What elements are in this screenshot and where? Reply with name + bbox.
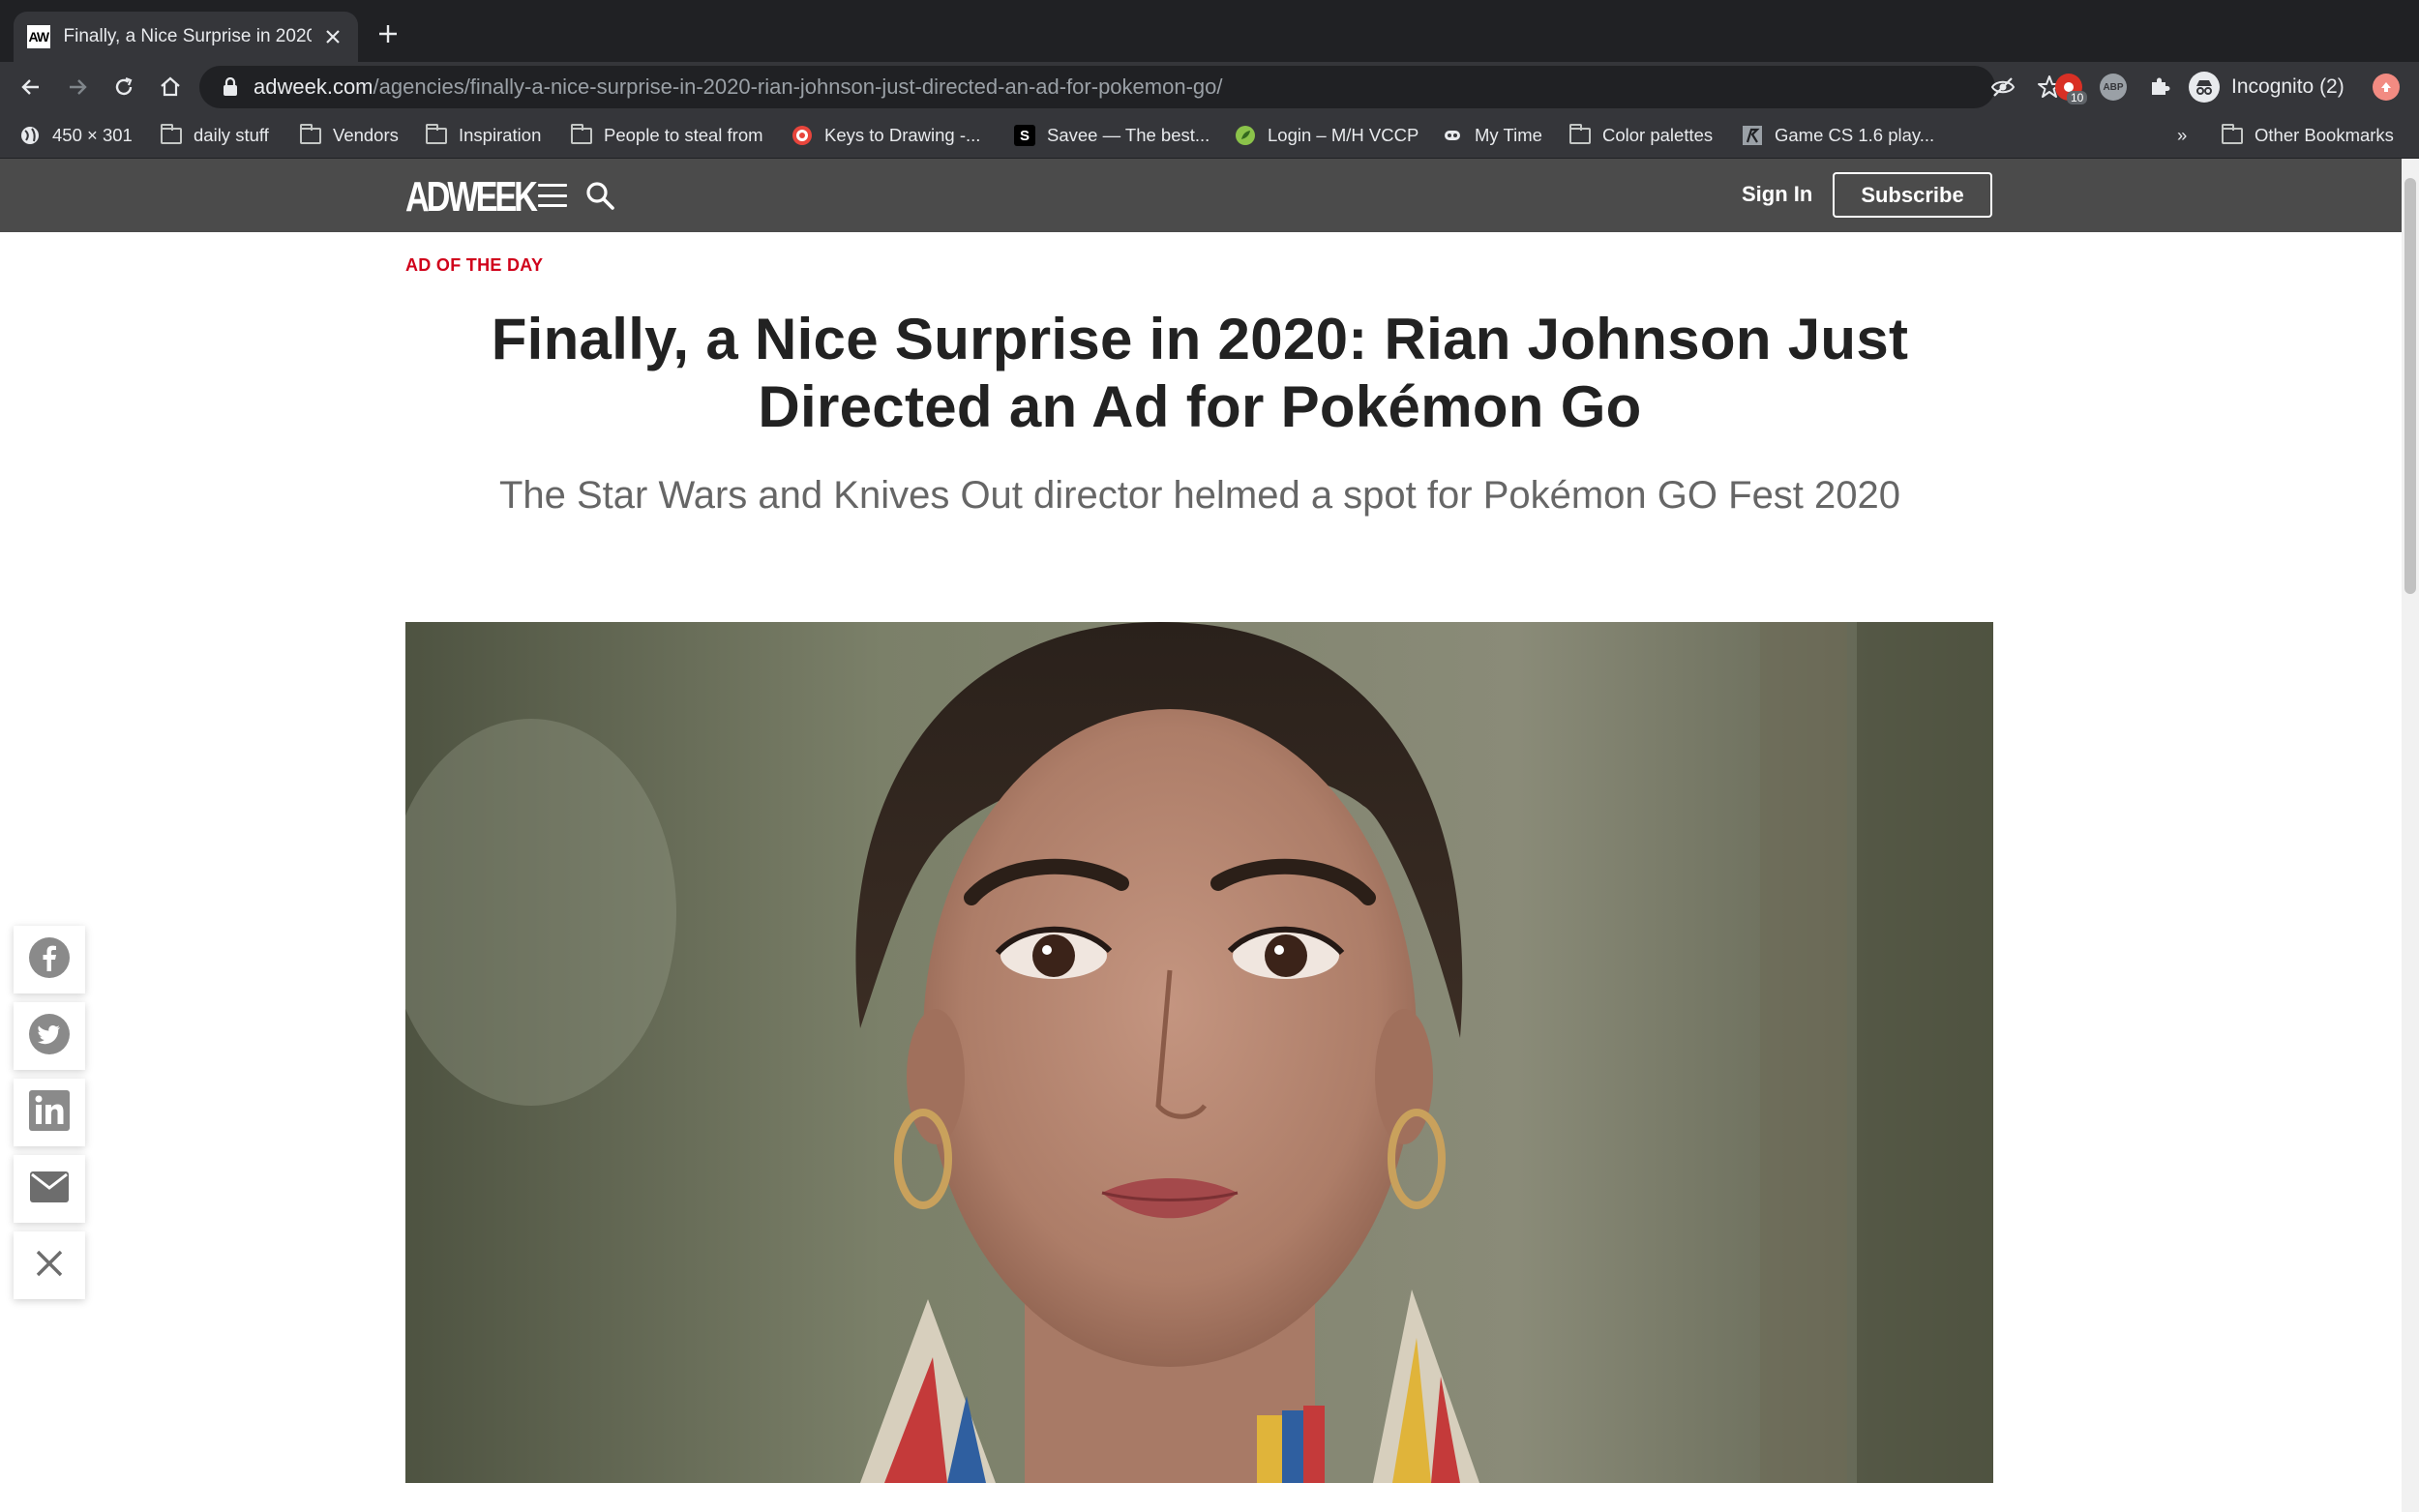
bookmark-item[interactable]: S Savee — The best... bbox=[1014, 122, 1210, 149]
incognito-profile-button[interactable]: Incognito (2) bbox=[2189, 70, 2344, 104]
folder-icon bbox=[161, 123, 182, 146]
savee-icon: S bbox=[1014, 125, 1035, 146]
hero-image bbox=[405, 622, 1993, 1483]
folder-icon bbox=[1569, 123, 1591, 146]
globe-icon bbox=[19, 125, 41, 146]
leaf-icon bbox=[1235, 125, 1256, 146]
puzzle-extensions-icon[interactable] bbox=[2146, 74, 2173, 101]
eye-slash-icon[interactable] bbox=[1989, 74, 2016, 101]
folder-icon bbox=[2222, 123, 2243, 146]
bookmarks-overflow-chevron-icon[interactable]: » bbox=[2177, 122, 2187, 149]
linkedin-share-button[interactable] bbox=[14, 1079, 85, 1146]
forward-arrow-icon[interactable] bbox=[62, 72, 93, 103]
update-menu-icon[interactable] bbox=[2373, 74, 2400, 101]
adweek-logo[interactable]: ADWEEK bbox=[405, 173, 538, 222]
close-icon bbox=[35, 1249, 64, 1283]
facebook-icon bbox=[28, 936, 71, 984]
tab-close-icon[interactable] bbox=[321, 25, 344, 48]
mask-icon bbox=[1442, 125, 1463, 146]
bookmark-folder[interactable]: People to steal from bbox=[571, 122, 763, 149]
incognito-icon bbox=[2189, 72, 2220, 103]
email-icon bbox=[29, 1171, 70, 1208]
bookmark-item[interactable]: Game CS 1.6 play... bbox=[1742, 122, 1934, 149]
folder-icon bbox=[571, 123, 592, 146]
bookmark-folder[interactable]: Inspiration bbox=[426, 122, 541, 149]
twitter-share-button[interactable] bbox=[14, 1002, 85, 1070]
hamburger-menu-icon[interactable] bbox=[538, 184, 567, 207]
bookmark-item[interactable]: Login – M/H VCCP bbox=[1235, 122, 1419, 149]
url-text: adweek.com/agencies/finally-a-nice-surpr… bbox=[254, 74, 1223, 99]
email-share-button[interactable] bbox=[14, 1155, 85, 1223]
browser-tabstrip: AW Finally, a Nice Surprise in 2020 bbox=[0, 0, 2419, 62]
browser-toolbar: adweek.com/agencies/finally-a-nice-surpr… bbox=[0, 62, 2419, 112]
scrollbar-thumb[interactable] bbox=[2404, 178, 2416, 594]
article-headline: Finally, a Nice Surprise in 2020: Rian J… bbox=[491, 307, 1909, 439]
sign-in-link[interactable]: Sign In bbox=[1742, 182, 1812, 207]
new-tab-icon[interactable] bbox=[373, 19, 403, 48]
bookmark-folder[interactable]: daily stuff bbox=[161, 122, 269, 149]
adblock-icon[interactable]: ABP bbox=[2100, 74, 2127, 101]
bookmark-item[interactable]: 450 × 301 bbox=[19, 122, 133, 149]
facebook-share-button[interactable] bbox=[14, 926, 85, 993]
linkedin-icon bbox=[28, 1089, 71, 1137]
home-icon[interactable] bbox=[155, 72, 186, 103]
page-scrollbar[interactable] bbox=[2402, 159, 2419, 1512]
lock-icon bbox=[223, 77, 240, 97]
address-bar[interactable]: adweek.com/agencies/finally-a-nice-surpr… bbox=[199, 66, 2061, 108]
folder-icon bbox=[426, 123, 447, 146]
web-page: ADWEEK Sign In Subscribe AD OF THE DAY F… bbox=[0, 159, 2402, 1512]
bookmark-item[interactable]: Keys to Drawing -... bbox=[791, 122, 980, 149]
site-header: ADWEEK Sign In Subscribe bbox=[0, 159, 2402, 232]
bookmark-folder[interactable]: Vendors bbox=[300, 122, 399, 149]
other-bookmarks-folder[interactable]: Other Bookmarks bbox=[2222, 122, 2394, 149]
bookmarks-bar: 450 × 301 daily stuff Vendors Inspiratio… bbox=[0, 112, 2419, 159]
profile-label: Incognito (2) bbox=[2231, 75, 2344, 98]
adweek-favicon-icon: AW bbox=[27, 25, 50, 48]
article-dek: The Star Wars and Knives Out director he… bbox=[498, 474, 1901, 517]
folder-icon bbox=[300, 123, 321, 146]
article-kicker[interactable]: AD OF THE DAY bbox=[405, 255, 543, 276]
extension-badge: 10 bbox=[2067, 91, 2088, 104]
back-arrow-icon[interactable] bbox=[15, 72, 46, 103]
tab-title: Finally, a Nice Surprise in 2020 bbox=[63, 26, 313, 46]
subscribe-button[interactable]: Subscribe bbox=[1833, 172, 1992, 218]
target-icon bbox=[791, 125, 813, 146]
search-icon[interactable] bbox=[584, 180, 615, 211]
close-share-bar-button[interactable] bbox=[14, 1231, 85, 1299]
twitter-icon bbox=[28, 1013, 71, 1060]
bookmark-item[interactable]: My Time bbox=[1442, 122, 1542, 149]
game-icon bbox=[1742, 125, 1763, 146]
browser-tab[interactable]: AW Finally, a Nice Surprise in 2020 bbox=[14, 12, 358, 62]
reload-icon[interactable] bbox=[108, 72, 139, 103]
bookmark-folder[interactable]: Color palettes bbox=[1569, 122, 1713, 149]
